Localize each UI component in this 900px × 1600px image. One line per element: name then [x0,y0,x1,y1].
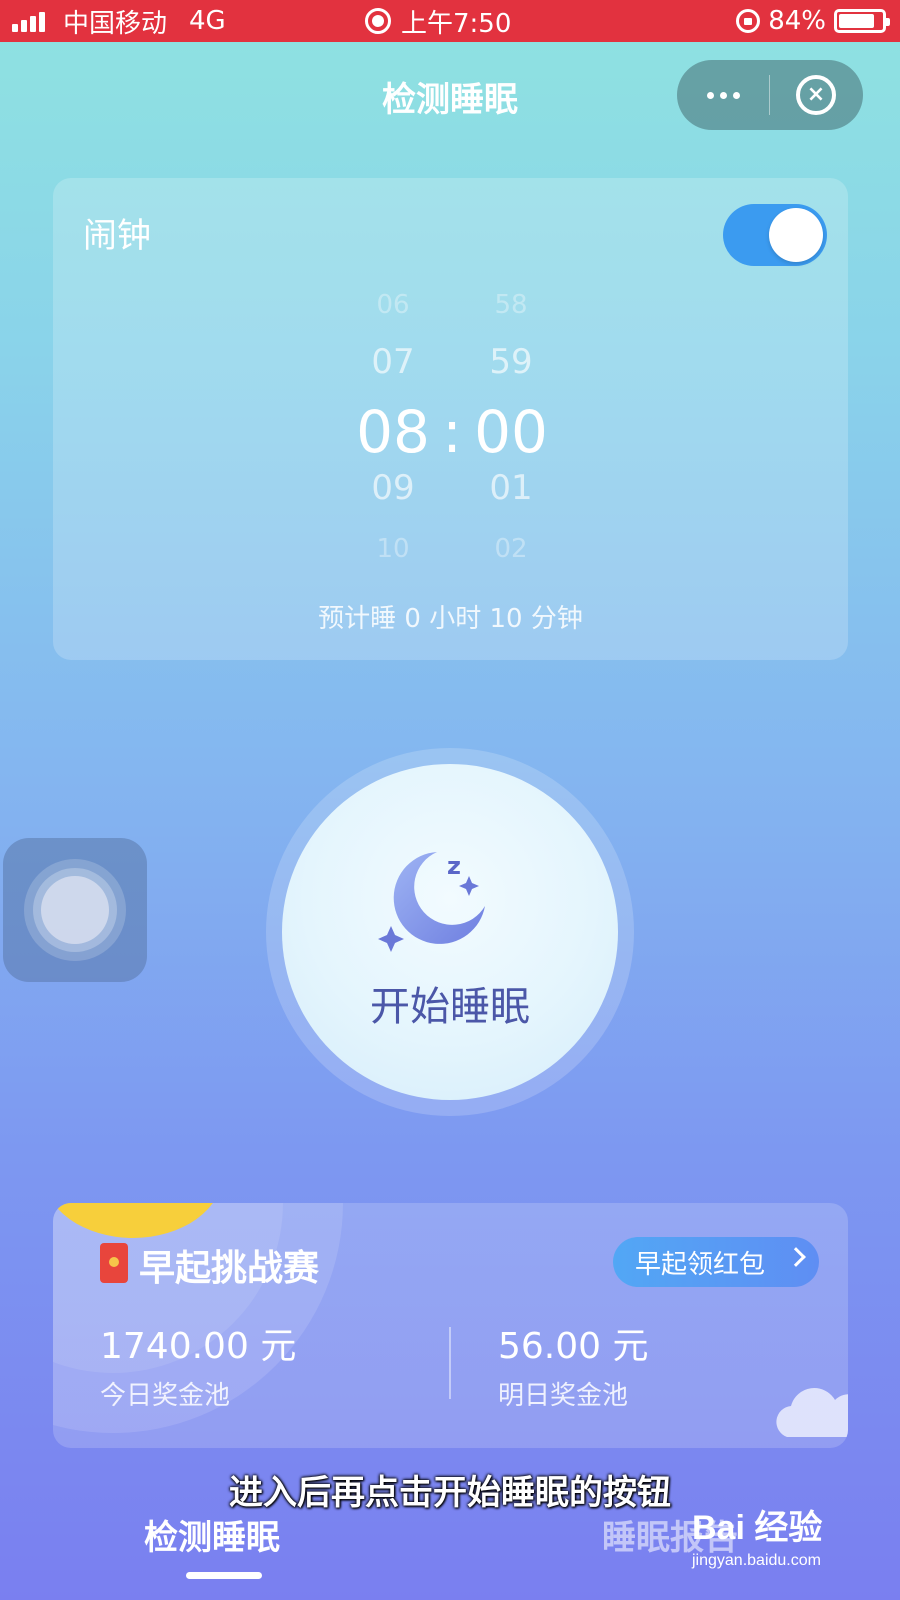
minute-selected[interactable]: 00 [461,398,561,466]
status-time: 上午7:50 [401,8,512,39]
more-dots-icon[interactable] [677,60,769,130]
get-red-packet-button[interactable]: 早起领红包 [613,1237,819,1287]
hour-option[interactable]: 07 [343,342,443,382]
red-packet-icon [100,1243,128,1283]
status-bar: 中国移动 4G 上午7:50 84% [0,0,900,42]
chevron-right-icon [786,1247,806,1267]
watermark-logo-text: Bai 经验 [692,1509,823,1547]
rotation-lock-icon [736,9,761,33]
minute-option[interactable]: 01 [461,468,561,508]
tomorrow-pool-amount: 56.00 元 [498,1326,649,1367]
alarm-toggle[interactable] [723,204,827,266]
hour-option[interactable]: 06 [343,290,443,320]
hour-option[interactable]: 10 [343,534,443,564]
minute-option[interactable]: 02 [461,534,561,564]
mini-program-capsule: × [677,60,863,130]
signal-icon [12,10,45,32]
assistive-touch-icon [41,876,109,944]
start-sleep-button[interactable]: z 开始睡眠 [282,764,618,1100]
hour-option[interactable]: 09 [343,468,443,508]
close-button[interactable]: × [770,60,862,130]
sleep-estimate: 预计睡 0 小时 10 分钟 [318,604,583,634]
svg-text:z: z [447,852,461,880]
screen-record-icon [365,8,391,34]
challenge-card: 早起挑战赛 早起领红包 1740.00 元 今日奖金池 56.00 元 明日奖金… [53,1203,848,1448]
battery-percent: 84% [768,6,826,36]
network-type: 4G [189,6,226,36]
tab-sleep-detect[interactable]: 检测睡眠 [144,1510,280,1559]
alarm-label: 闹钟 [83,216,151,256]
minute-option[interactable]: 58 [461,290,561,320]
toggle-knob [769,208,823,262]
start-sleep-label: 开始睡眠 [370,984,530,1030]
close-circle-icon: × [796,75,836,115]
baidu-watermark: Bai 经验 jingyan.baidu.com [692,1500,892,1580]
start-sleep-halo: z 开始睡眠 [266,748,634,1116]
minute-option[interactable]: 59 [461,342,561,382]
alarm-card: 闹钟 06 07 08 09 10 : 58 59 00 01 02 预计睡 0… [53,178,848,660]
get-red-packet-label: 早起领红包 [635,1249,766,1280]
tomorrow-pool-label: 明日奖金池 [498,1381,629,1411]
battery-icon [834,9,890,33]
cloud-decoration [776,1388,848,1437]
watermark-url: jingyan.baidu.com [692,1552,821,1569]
challenge-title: 早起挑战赛 [139,1248,320,1289]
today-pool-amount: 1740.00 元 [100,1326,297,1367]
carrier-name: 中国移动 [63,8,168,39]
today-pool-label: 今日奖金池 [100,1381,231,1411]
active-tab-indicator [186,1572,262,1579]
pool-divider [449,1327,451,1399]
hour-selected[interactable]: 08 [343,398,443,466]
moon-sleep-icon: z [378,852,485,952]
assistive-touch-button[interactable] [3,838,147,982]
